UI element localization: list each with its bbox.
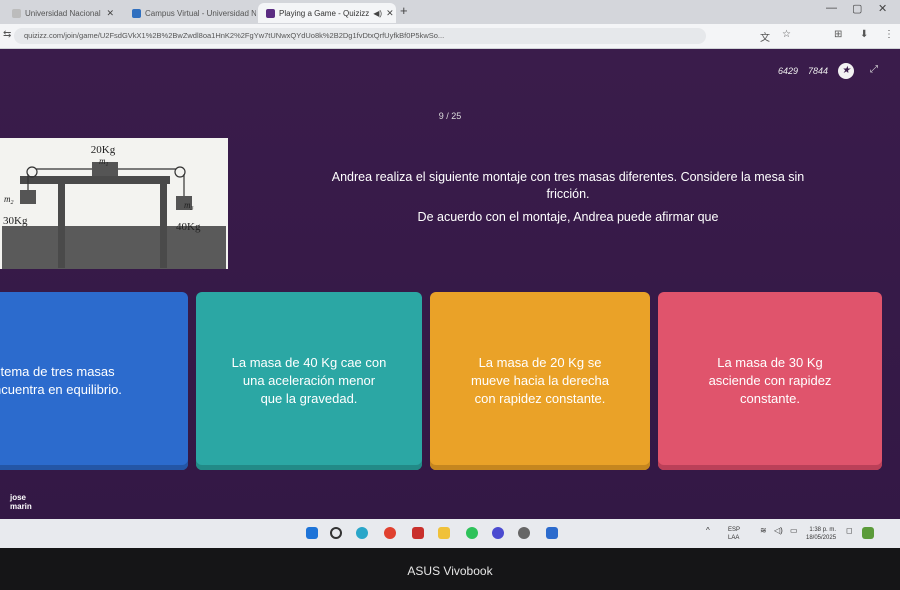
- wifi-icon[interactable]: ≋: [760, 526, 767, 535]
- minimize-icon[interactable]: —: [826, 2, 837, 14]
- laptop-brand: ASUS Vivobook: [407, 564, 493, 578]
- quiz-app: 6429 7844 ★ ⤢ 9 / 25 20Kg m1 m2 m3 30Kg …: [0, 49, 900, 519]
- table-leg-left: [58, 184, 65, 268]
- speaker-icon: ◀): [373, 8, 383, 18]
- tab-label: Universidad Nacional: [25, 8, 101, 18]
- search-icon[interactable]: [330, 527, 342, 539]
- browser-tab-active[interactable]: Playing a Game - Quizizz ◀) ✕: [258, 3, 396, 23]
- clock[interactable]: 1:38 p. m. 18/05/2025: [806, 526, 836, 542]
- question-line-1: Andrea realiza el siguiente montaje con …: [331, 170, 805, 184]
- score-value: 7844: [807, 66, 828, 76]
- player-name: jose marin: [10, 493, 32, 511]
- battery-icon[interactable]: ▭: [790, 526, 798, 535]
- answer-option-2[interactable]: La masa de 40 Kg cae con una aceleración…: [196, 292, 422, 470]
- question-counter: 9 / 25: [438, 111, 462, 121]
- copilot-icon[interactable]: [356, 527, 368, 539]
- browser-tab[interactable]: Campus Virtual - Universidad N ✕: [124, 3, 256, 23]
- answer-option-1[interactable]: stema de tres masas ncuentra en equilibr…: [0, 292, 188, 470]
- question-figure[interactable]: 20Kg m1 m2 m3 30Kg 40Kg: [0, 138, 228, 269]
- site-info-icon[interactable]: ⇆: [3, 29, 11, 40]
- tab-label: Campus Virtual - Universidad N: [145, 8, 256, 18]
- browser-tab[interactable]: Universidad Nacional ✕: [4, 3, 122, 23]
- new-tab-button[interactable]: +: [400, 3, 408, 18]
- maximize-icon[interactable]: ▢: [852, 2, 862, 15]
- chrome-icon[interactable]: [384, 527, 396, 539]
- block-m2: [20, 190, 36, 204]
- question-text: Andrea realiza el siguiente montaje con …: [260, 169, 876, 226]
- score-area: 6429 7844 ★: [778, 63, 854, 79]
- download-icon[interactable]: ⬇: [860, 29, 868, 40]
- notifications-icon[interactable]: ◻: [846, 526, 853, 535]
- option-text: stema de tres masas ncuentra en equilibr…: [0, 364, 122, 397]
- star-icon: ★: [838, 63, 854, 79]
- start-icon[interactable]: [306, 527, 318, 539]
- settings-icon[interactable]: [518, 527, 530, 539]
- folder-icon[interactable]: [438, 527, 450, 539]
- answer-option-4[interactable]: La masa de 30 Kg asciende con rapidez co…: [658, 292, 882, 470]
- top-mass-label: 20Kg: [91, 144, 116, 156]
- option-text: La masa de 30 Kg asciende con rapidez co…: [708, 355, 832, 406]
- expand-icon[interactable]: ⤢: [870, 64, 878, 75]
- translate-icon[interactable]: 文: [760, 29, 770, 44]
- quizizz-favicon-icon: [266, 8, 275, 18]
- campus-favicon-icon: [132, 8, 141, 18]
- option-text: La masa de 20 Kg se mueve hacia la derec…: [470, 355, 610, 406]
- option-text: La masa de 40 Kg cae con una aceleración…: [231, 355, 387, 406]
- windows-taskbar: ^ ESP LAA ≋ ◁) ▭ 1:38 p. m. 18/05/2025 ◻: [0, 519, 900, 548]
- question-line-3: De acuerdo con el montaje, Andrea puede …: [417, 210, 719, 224]
- accuracy-value: 6429: [777, 66, 798, 76]
- table-leg-right: [160, 184, 167, 268]
- check-icon[interactable]: [492, 527, 504, 539]
- right-mass-label: 40Kg: [176, 221, 201, 233]
- table-top: [20, 176, 170, 184]
- close-window-icon[interactable]: ✕: [878, 2, 887, 15]
- left-mass-label: 30Kg: [3, 215, 28, 227]
- menu-icon[interactable]: ⋮: [884, 29, 894, 40]
- pulley-diagram: 20Kg m1 m2 m3 30Kg 40Kg: [0, 138, 228, 269]
- whatsapp-icon[interactable]: [466, 527, 478, 539]
- url-field[interactable]: quizizz.com/join/game/U2FsdGVkX1%2B%2BwZ…: [14, 28, 706, 44]
- browser-tab-bar: Universidad Nacional ✕ Campus Virtual - …: [0, 0, 900, 24]
- close-icon[interactable]: ✕: [386, 8, 394, 19]
- screen: Universidad Nacional ✕ Campus Virtual - …: [0, 0, 900, 548]
- volume-icon[interactable]: ◁): [774, 526, 783, 535]
- language-indicator[interactable]: ESP LAA: [728, 526, 740, 542]
- app-icon[interactable]: [412, 527, 424, 539]
- tab-label: Playing a Game - Quizizz: [279, 8, 370, 18]
- answer-option-3[interactable]: La masa de 20 Kg se mueve hacia la derec…: [430, 292, 650, 470]
- chevron-up-icon[interactable]: ^: [706, 526, 710, 535]
- extensions-icon[interactable]: ⊞: [834, 29, 842, 40]
- camera-icon[interactable]: [546, 527, 558, 539]
- university-favicon-icon: [12, 8, 21, 18]
- player-first-name: jose: [10, 493, 27, 502]
- address-bar: ⇆ quizizz.com/join/game/U2FsdGVkX1%2B%2B…: [0, 24, 900, 49]
- laptop-bezel: ASUS Vivobook: [0, 548, 900, 590]
- bookmark-star-icon[interactable]: ☆: [782, 29, 791, 40]
- widgets-icon[interactable]: [862, 527, 874, 539]
- question-line-2: fricción.: [546, 187, 590, 201]
- player-last-name: marin: [10, 502, 32, 511]
- close-icon[interactable]: ✕: [106, 8, 114, 19]
